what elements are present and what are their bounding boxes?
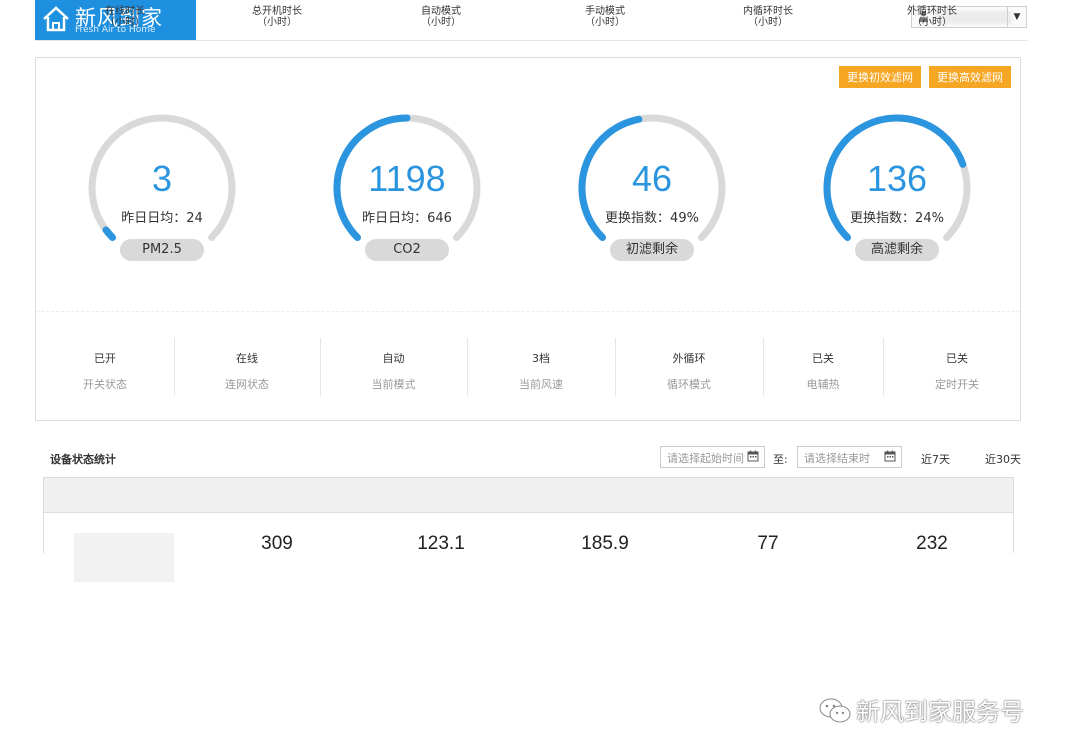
cell-total-on: 309 bbox=[261, 533, 293, 554]
gauge-subtitle: 昨日日均：646 bbox=[362, 211, 452, 226]
last-30-days-link[interactable]: 近30天 bbox=[985, 451, 1021, 467]
gauge-label: 高滤剩余 bbox=[855, 239, 939, 261]
cell-outer-circ: 232 bbox=[916, 533, 948, 554]
status-label: 循环模式 bbox=[667, 378, 711, 391]
status-circulation: 外循环 循环模式 bbox=[616, 338, 762, 396]
gauge-value: 46 bbox=[631, 158, 673, 199]
column-name: 内循环时长 bbox=[743, 6, 793, 17]
status-label: 开关状态 bbox=[83, 378, 127, 391]
watermark-text: 新风到家服务号 bbox=[856, 698, 1024, 726]
gauge-label: CO2 bbox=[365, 239, 449, 261]
status-mode: 自动 当前模式 bbox=[321, 338, 466, 396]
status-label: 当前风速 bbox=[519, 378, 563, 391]
gauge-subtitle: 更换指数：24% bbox=[850, 211, 944, 226]
column-unit: （小时） bbox=[748, 17, 788, 28]
replace-primary-filter-button[interactable]: 更换初效滤网 bbox=[839, 66, 921, 88]
wechat-icon bbox=[819, 698, 851, 723]
gauge-primary-filter: 46 更换指数：49% 初滤剩余 bbox=[572, 108, 732, 268]
status-label: 连网状态 bbox=[225, 378, 269, 391]
gauge-value: 136 bbox=[866, 158, 928, 199]
column-name: 在线时长 bbox=[105, 6, 145, 17]
status-network: 在线 连网状态 bbox=[175, 338, 319, 396]
gauge-co2: 1198 昨日日均：646 CO2 bbox=[327, 108, 487, 268]
date-range-separator: 至: bbox=[773, 453, 788, 466]
column-header-total-on: 总开机时长 （小时） bbox=[207, 6, 347, 28]
gauge-hepa-filter: 136 更换指数：24% 高滤剩余 bbox=[817, 108, 977, 268]
gauge-label: 初滤剩余 bbox=[610, 239, 694, 261]
cell-auto: 123.1 bbox=[417, 533, 465, 554]
header-divider bbox=[35, 40, 1028, 41]
status-aux-heat: 已关 电辅热 bbox=[764, 338, 882, 396]
gauge-subtitle: 更换指数：49% bbox=[605, 211, 699, 226]
chevron-down-icon[interactable]: ▼ bbox=[1007, 7, 1026, 27]
status-label: 当前模式 bbox=[371, 378, 416, 391]
start-date-placeholder: 请选择起始时间 bbox=[667, 452, 744, 465]
status-value: 已关 bbox=[946, 352, 968, 365]
column-name: 外循环时长 bbox=[907, 6, 957, 17]
column-unit: （小时） bbox=[105, 17, 145, 28]
calendar-icon[interactable] bbox=[747, 450, 759, 462]
replace-hepa-filter-button[interactable]: 更换高效滤网 bbox=[929, 66, 1011, 88]
status-fan-speed: 3档 当前风速 bbox=[468, 338, 614, 396]
status-value: 已关 bbox=[812, 352, 834, 365]
stats-table-header bbox=[43, 477, 1014, 513]
section-divider bbox=[36, 311, 1020, 312]
column-name: 总开机时长 bbox=[252, 6, 302, 17]
status-label: 电辅热 bbox=[806, 378, 840, 391]
column-name: 自动模式 bbox=[421, 6, 461, 17]
status-value: 已开 bbox=[94, 352, 116, 365]
column-header-outer-circ: 外循环时长 （小时） bbox=[862, 6, 1002, 28]
status-timer: 已关 定时开关 bbox=[884, 338, 1030, 396]
column-unit: （小时） bbox=[257, 17, 297, 28]
gauge-subtitle: 昨日日均：24 bbox=[121, 211, 203, 226]
gauge-pm25: 3 昨日日均：24 PM2.5 bbox=[82, 108, 242, 268]
calendar-icon[interactable] bbox=[884, 450, 896, 462]
column-header-inner-circ: 内循环时长 （小时） bbox=[698, 6, 838, 28]
status-value: 外循环 bbox=[672, 352, 706, 365]
column-name: 手动模式 bbox=[585, 6, 625, 17]
gauge-value: 1198 bbox=[368, 158, 446, 199]
gauge-label: PM2.5 bbox=[120, 239, 204, 261]
status-power: 已开 开关状态 bbox=[38, 338, 172, 396]
online-hours-redacted bbox=[74, 533, 174, 582]
column-header-online: 在线时长 （小时） bbox=[55, 6, 195, 28]
column-unit: （小时） bbox=[421, 17, 461, 28]
column-header-auto: 自动模式 （小时） bbox=[371, 6, 511, 28]
end-date-input[interactable]: 请选择结束时 bbox=[797, 446, 902, 468]
status-value: 在线 bbox=[236, 352, 258, 365]
end-date-placeholder: 请选择结束时 bbox=[804, 452, 870, 465]
stats-title: 设备状态统计 bbox=[50, 453, 116, 466]
status-label: 定时开关 bbox=[935, 378, 979, 391]
cell-inner-circ: 77 bbox=[757, 533, 779, 554]
status-value: 自动 bbox=[382, 352, 405, 365]
column-unit: （小时） bbox=[912, 17, 952, 28]
last-7-days-link[interactable]: 近7天 bbox=[921, 451, 950, 467]
column-header-manual: 手动模式 （小时） bbox=[535, 6, 675, 28]
cell-manual: 185.9 bbox=[581, 533, 629, 554]
column-unit: （小时） bbox=[585, 17, 625, 28]
gauge-value: 3 bbox=[151, 158, 173, 199]
start-date-input[interactable]: 请选择起始时间 bbox=[660, 446, 765, 468]
status-value: 3档 bbox=[532, 352, 550, 365]
